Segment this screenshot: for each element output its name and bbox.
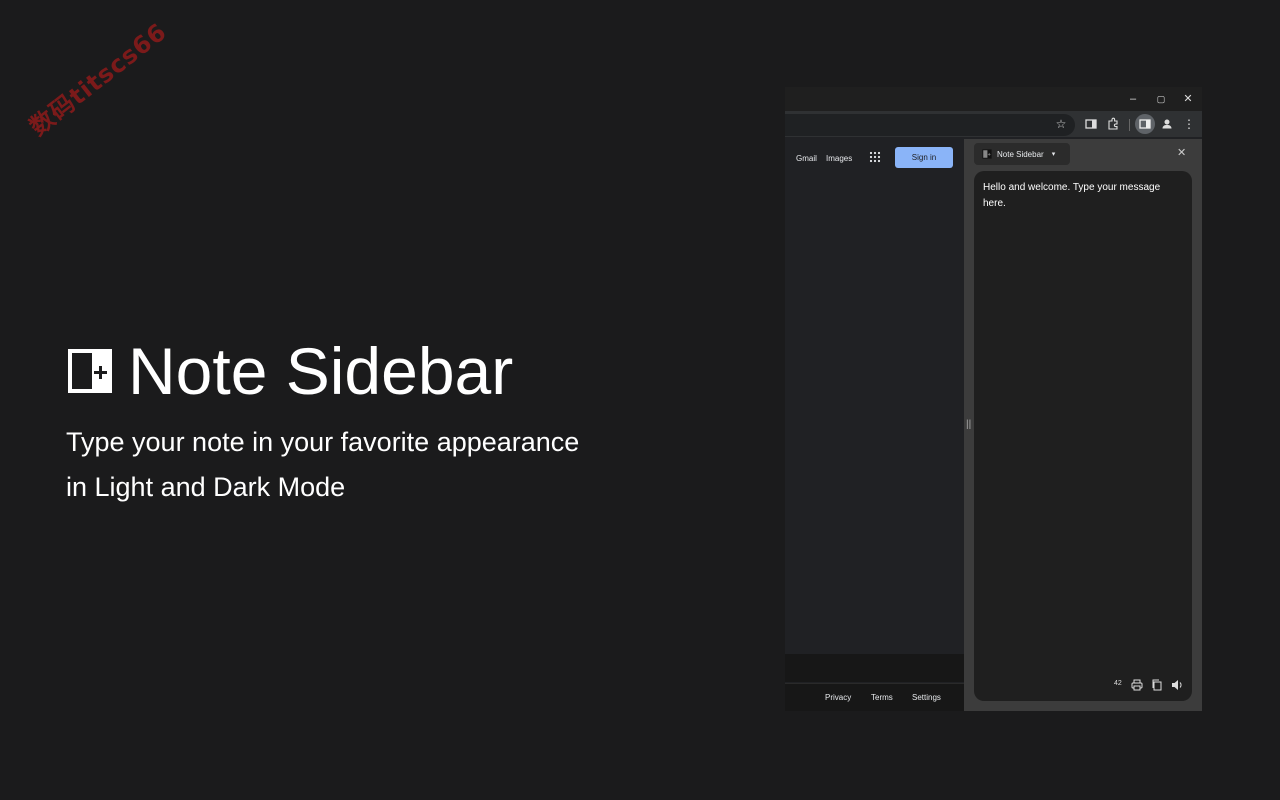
restore-button[interactable]: ▢	[1153, 91, 1169, 107]
character-count: 42	[1114, 680, 1122, 687]
side-panel-selector[interactable]: Note Sidebar ▾	[974, 143, 1070, 165]
side-panel-close-button[interactable]: ✕	[1177, 146, 1186, 159]
side-panel-icon[interactable]	[1083, 116, 1099, 132]
apps-grid-icon[interactable]	[869, 151, 881, 163]
footer-link-terms[interactable]: Terms	[871, 693, 893, 702]
side-panel: Note Sidebar ▾ ✕ Hello and welcome. Type…	[964, 139, 1202, 711]
chevron-down-icon: ▾	[1052, 150, 1056, 158]
titlebar: – ▢ ✕	[785, 87, 1202, 111]
star-icon[interactable]: ☆	[1052, 115, 1070, 133]
side-panel-active-icon[interactable]	[1135, 114, 1155, 134]
footer-link-settings[interactable]: Settings	[912, 693, 941, 702]
sign-in-button[interactable]: Sign in	[895, 147, 953, 168]
address-bar[interactable]	[785, 114, 1075, 136]
watermark: 数码titscs66	[21, 13, 173, 142]
page-top-bar: Gmail Images Sign in	[785, 139, 964, 179]
speaker-icon[interactable]	[1170, 678, 1184, 692]
hero-title: Note Sidebar	[66, 338, 686, 404]
print-icon[interactable]	[1130, 678, 1144, 692]
page-footer-top	[785, 654, 964, 682]
hero-title-text: Note Sidebar	[128, 338, 513, 404]
more-menu-icon[interactable]: ⋮	[1180, 115, 1198, 133]
minimize-button[interactable]: –	[1125, 91, 1141, 107]
page-body	[785, 139, 964, 654]
footer-link-privacy[interactable]: Privacy	[825, 693, 851, 702]
note-sidebar-logo-icon	[66, 347, 114, 395]
nav-link-images[interactable]: Images	[826, 154, 852, 163]
copy-icon[interactable]	[1150, 678, 1164, 692]
close-window-button[interactable]: ✕	[1180, 91, 1196, 107]
note-sidebar-small-icon	[982, 149, 992, 159]
side-panel-title: Note Sidebar	[997, 150, 1044, 159]
toolbar-divider	[1129, 119, 1130, 131]
toolbar: ☆ ⋮	[785, 111, 1202, 137]
browser-window: – ▢ ✕ ☆ ⋮ Gmail Images	[785, 87, 1202, 711]
note-footer: 42	[974, 677, 1192, 693]
note-textarea[interactable]: Hello and welcome. Type your message her…	[983, 180, 1185, 212]
note-editor[interactable]: Hello and welcome. Type your message her…	[974, 171, 1192, 701]
nav-link-gmail[interactable]: Gmail	[796, 154, 817, 163]
profile-icon[interactable]	[1159, 116, 1175, 132]
extensions-icon[interactable]	[1105, 116, 1121, 132]
web-page: Gmail Images Sign in Privacy Terms Setti…	[785, 139, 964, 711]
hero-subtitle: Type your note in your favorite appearan…	[66, 420, 686, 510]
hero: Note Sidebar Type your note in your favo…	[66, 338, 686, 510]
page-footer: Privacy Terms Settings	[785, 683, 964, 711]
side-panel-resize-handle[interactable]: ||	[966, 419, 971, 430]
hero-subtitle-line-2: in Light and Dark Mode	[66, 465, 686, 510]
hero-subtitle-line-1: Type your note in your favorite appearan…	[66, 420, 686, 465]
